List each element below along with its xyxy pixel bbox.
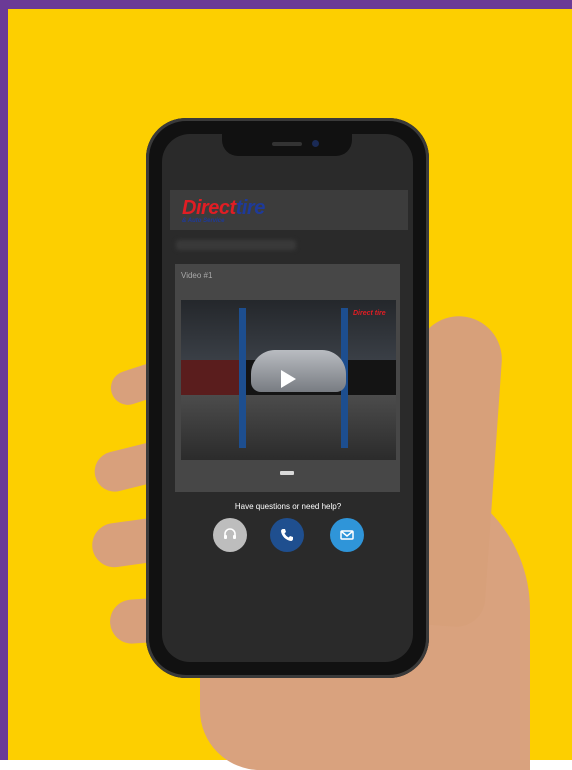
brand-logo[interactable]: Directtire: [182, 197, 265, 220]
brand-logo-secondary: tire: [235, 197, 266, 219]
brand-logo-primary: Direct: [182, 197, 236, 219]
call-button[interactable]: [270, 518, 304, 552]
video-player[interactable]: Direct tire: [181, 300, 396, 460]
video-frame-floor: [181, 395, 396, 460]
blurred-page-title: [176, 240, 296, 250]
video-frame-car: [251, 350, 346, 392]
help-prompt: Have questions or need help?: [234, 502, 342, 511]
phone-icon: [281, 529, 293, 541]
minimize-icon[interactable]: [280, 471, 294, 475]
video-label: Video #1: [181, 271, 213, 280]
play-icon[interactable]: [281, 370, 296, 388]
chat-support-button[interactable]: [213, 518, 247, 552]
phone-camera: [312, 140, 319, 147]
email-icon: [340, 530, 354, 540]
video-watermark-logo: Direct tire: [353, 310, 386, 317]
email-button[interactable]: [330, 518, 364, 552]
chat-support-icon: [224, 528, 236, 539]
video-frame-wall: [181, 360, 241, 396]
phone-speaker: [272, 142, 302, 146]
brand-tagline: & Auto Service: [182, 218, 225, 224]
video-frame-lift-left: [239, 308, 246, 448]
